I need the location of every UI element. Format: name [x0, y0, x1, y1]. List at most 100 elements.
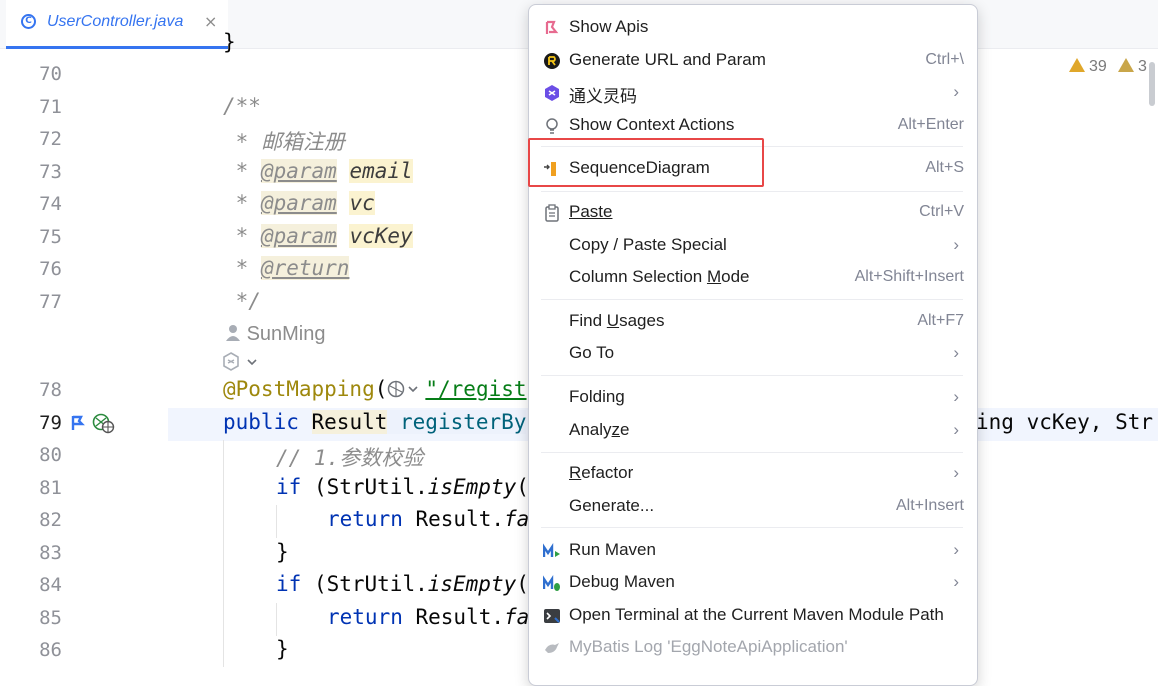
- code-comment: // 1.参数校验: [276, 446, 424, 470]
- warning-triangle-icon: [1069, 58, 1085, 72]
- code-line: return Result.fa: [327, 507, 530, 531]
- menu-item-go-to[interactable]: Go To ›: [529, 339, 977, 369]
- line-number: 75: [39, 226, 62, 248]
- mybatis-bird-icon: [545, 643, 559, 653]
- menu-item-generate[interactable]: Generate... Alt+Insert: [529, 492, 977, 522]
- menu-item-analyze[interactable]: Analyze ›: [529, 416, 977, 446]
- code-line: * @param vc: [223, 191, 375, 215]
- line-number: 81: [39, 477, 62, 499]
- menu-item-generate-url[interactable]: Generate URL and Param Ctrl+\: [529, 46, 977, 76]
- code-line: * @param vcKey: [223, 224, 413, 248]
- generate-url-icon: [544, 53, 560, 69]
- code-line: @PostMapping("/regist: [223, 377, 527, 401]
- menu-label: Open Terminal at the Current Maven Modul…: [569, 605, 944, 624]
- code-line: }: [276, 540, 289, 564]
- menu-label: Copy / Paste Special: [569, 235, 727, 254]
- web-endpoint-icon[interactable]: [92, 412, 116, 434]
- menu-label: Run Maven: [569, 540, 656, 559]
- tab-close-icon[interactable]: ×: [204, 12, 217, 31]
- line-number: 71: [39, 96, 62, 118]
- menu-item-column-selection-mode[interactable]: Column Selection Mode Alt+Shift+Insert: [529, 263, 977, 293]
- java-class-icon: C: [21, 14, 36, 29]
- line-number: 79: [39, 412, 62, 434]
- submenu-arrow-icon: ›: [953, 540, 959, 559]
- line-number: 77: [39, 291, 62, 313]
- menu-label: Show Apis: [569, 17, 649, 36]
- submenu-arrow-icon: ›: [953, 572, 959, 591]
- indent-guide: [223, 440, 224, 667]
- tongyi-icon: [545, 85, 559, 101]
- menu-item-find-usages[interactable]: Find Usages Alt+F7: [529, 307, 977, 337]
- clipboard-icon: [545, 204, 559, 222]
- menu-item-open-terminal[interactable]: Open Terminal at the Current Maven Modul…: [529, 601, 977, 631]
- code-line-tail: ing vcKey, Str: [976, 410, 1154, 434]
- menu-item-show-context-actions[interactable]: Show Context Actions Alt+Enter: [529, 111, 977, 141]
- submenu-arrow-icon: ›: [953, 420, 959, 439]
- submenu-arrow-icon: ›: [953, 82, 959, 101]
- menu-label: Show Context Actions: [569, 115, 735, 134]
- editor-scrollbar[interactable]: [1149, 62, 1155, 106]
- menu-label: 通义灵码: [569, 87, 637, 106]
- menu-label: Paste: [569, 202, 613, 221]
- line-number: 80: [39, 444, 62, 466]
- menu-label: Analyze: [569, 420, 630, 439]
- menu-item-paste[interactable]: Paste Ctrl+V: [529, 198, 977, 228]
- endpoint-flag-icon[interactable]: [70, 414, 86, 432]
- menu-label: Generate...: [569, 496, 655, 515]
- code-line: public Result registerBy: [223, 410, 527, 434]
- menu-shortcut: Alt+Shift+Insert: [854, 268, 964, 285]
- tab-user-controller[interactable]: C UserController.java ×: [6, 0, 228, 49]
- terminal-icon: [544, 609, 560, 623]
- menu-item-folding[interactable]: Folding ›: [529, 383, 977, 413]
- line-number: 82: [39, 509, 62, 531]
- maven-run-icon: [543, 543, 560, 557]
- menu-item-debug-maven[interactable]: Debug Maven ›: [529, 568, 977, 598]
- line-number: 73: [39, 161, 62, 183]
- menu-item-copy-paste-special[interactable]: Copy / Paste Special ›: [529, 231, 977, 261]
- menu-label: Generate URL and Param: [569, 50, 766, 69]
- code-line: * @param email: [223, 159, 413, 183]
- menu-shortcut: Alt+S: [925, 159, 964, 176]
- menu-label: MyBatis Log 'EggNoteApiApplication': [569, 637, 848, 656]
- menu-item-run-maven[interactable]: Run Maven ›: [529, 536, 977, 566]
- menu-label: Refactor: [569, 463, 634, 482]
- warning-counter[interactable]: 39: [1069, 58, 1107, 76]
- globe-dropdown-icon[interactable]: [387, 380, 425, 398]
- menu-shortcut: Ctrl+\: [925, 51, 964, 68]
- editor-context-menu: Show Apis Generate URL and Param Ctrl+\ …: [528, 4, 978, 686]
- menu-shortcut: Alt+F7: [917, 312, 964, 329]
- weak-warning-count: 3: [1138, 58, 1147, 75]
- line-number: 70: [39, 63, 62, 85]
- menu-label: Column Selection Mode: [569, 267, 750, 286]
- menu-item-show-apis[interactable]: Show Apis: [529, 13, 977, 43]
- menu-shortcut: Alt+Insert: [895, 497, 964, 514]
- submenu-arrow-icon: ›: [953, 463, 959, 482]
- submenu-arrow-icon: ›: [953, 387, 959, 406]
- line-number: 86: [39, 639, 62, 661]
- line-number: 74: [39, 193, 62, 215]
- author-inlay[interactable]: SunMing: [225, 323, 326, 346]
- warning-count: 39: [1089, 58, 1107, 75]
- menu-label: Find Usages: [569, 311, 665, 330]
- indent-guide: [276, 603, 277, 636]
- ai-inlay-icon[interactable]: [221, 351, 263, 373]
- code-line: if (StrUtil.isEmpty(: [276, 572, 529, 596]
- user-icon: [226, 325, 240, 341]
- weak-warning-counter[interactable]: 3: [1118, 58, 1147, 76]
- indent-guide: [276, 505, 277, 538]
- submenu-arrow-icon: ›: [953, 343, 959, 362]
- code-line: }: [223, 30, 236, 54]
- menu-item-tongyi[interactable]: 通义灵码 ›: [529, 78, 977, 108]
- line-number: 85: [39, 607, 62, 629]
- code-line: if (StrUtil.isEmpty(: [276, 475, 529, 499]
- menu-item-mybatis-log[interactable]: MyBatis Log 'EggNoteApiApplication': [529, 633, 977, 663]
- menu-item-refactor[interactable]: Refactor ›: [529, 459, 977, 489]
- menu-separator: [541, 452, 963, 453]
- line-number: 72: [39, 128, 62, 150]
- menu-separator: [541, 299, 963, 300]
- weak-warning-triangle-icon: [1118, 58, 1134, 72]
- code-line: return Result.fa: [327, 605, 530, 629]
- menu-label: Go To: [569, 343, 615, 362]
- line-number: 84: [39, 574, 62, 596]
- author-name: SunMing: [246, 323, 326, 345]
